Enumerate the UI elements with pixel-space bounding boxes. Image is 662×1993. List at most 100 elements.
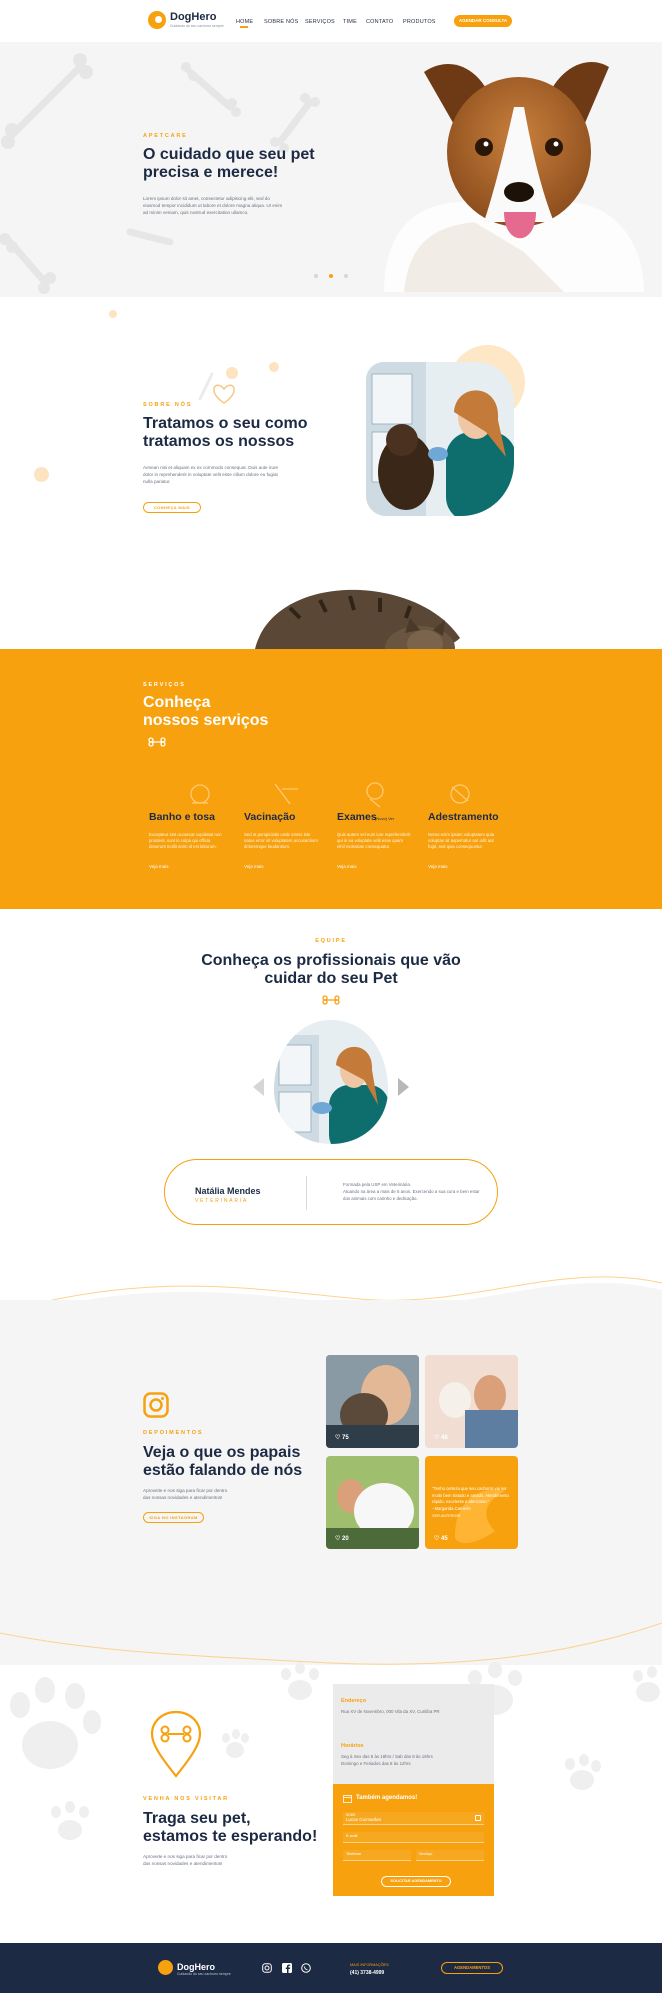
service-badge-exams: (Novo) Ver xyxy=(375,816,395,821)
phone-field[interactable]: Telefone xyxy=(343,1850,411,1861)
address-box: Endereço Rua XV de Novembro, 000 Vila da… xyxy=(333,1684,494,1784)
quote-author: - Margarida Carneiro xyxy=(432,1505,471,1511)
decor-dot xyxy=(109,310,117,318)
carousel-dot-3[interactable] xyxy=(344,274,348,278)
hero-text-line3: ad minim veniam, quis nostrud exercitati… xyxy=(143,210,249,215)
testimonial-photo-2[interactable]: ♡ 48 xyxy=(425,1355,518,1448)
dog-photo xyxy=(384,61,644,292)
decor-dot xyxy=(269,362,279,372)
next-arrow-icon[interactable] xyxy=(398,1078,409,1096)
team-member-role: VETERINÁRIA xyxy=(195,1198,249,1204)
like-count-4: ♡ 45 xyxy=(434,1536,448,1542)
hero-title-line2: precisa e merece! xyxy=(143,164,279,181)
service-title-exams: Exames xyxy=(337,811,377,823)
footer-brand[interactable]: DogHero xyxy=(177,1962,215,1972)
hero-section: APETCARE O cuidado que seu pet precisa e… xyxy=(0,42,662,297)
visit-title-line2: estamos te esperando! xyxy=(143,1828,318,1845)
bone-heart-icon xyxy=(198,372,235,404)
footer-phone[interactable]: (41) 3738-4999 xyxy=(350,1970,384,1976)
brand-name: DogHero xyxy=(170,10,217,23)
service-more-bath[interactable]: Veja mais xyxy=(149,864,169,869)
services-title-line1: Conheça xyxy=(143,694,211,711)
service-desc-training-3: fugit, sed quia consequuntur. xyxy=(428,844,483,849)
team-bio-line3: dos animais com carinho e dedicação. xyxy=(343,1196,418,1201)
testimonials-title-line1: Veja o que os papais xyxy=(143,1444,301,1461)
quote-more-link[interactable]: VER ANTERIOR xyxy=(432,1513,509,1520)
nav-team[interactable]: TIME xyxy=(343,19,357,25)
testimonials-title-line2: estão falando de nós xyxy=(143,1462,303,1479)
paw-pattern-icon xyxy=(10,1662,660,1840)
email-field[interactable]: E-mail xyxy=(343,1832,484,1843)
about-title-line1: Tratamos o seu como xyxy=(143,415,308,432)
logo-mark-icon xyxy=(148,11,166,29)
service-title-training: Adestramento xyxy=(428,811,499,823)
decor-dot xyxy=(34,467,49,482)
whatsapp-icon[interactable] xyxy=(301,1963,311,1973)
location-pin-icon xyxy=(150,1710,202,1778)
footer-tagline: Cuidando do seu cachorro sempre xyxy=(177,1972,231,1976)
service-more-exams[interactable]: Veja mais xyxy=(337,864,357,869)
quote-line1: "Tenho certeza que seu cachorro vai ser xyxy=(432,1486,507,1491)
quote-text: "Tenho certeza que seu cachorro vai ser … xyxy=(432,1486,509,1520)
footer-info-label: MAIS INFORMAÇÕES xyxy=(350,1963,389,1967)
like-count-1: ♡ 75 xyxy=(335,1435,349,1441)
instagram-icon[interactable] xyxy=(143,1392,169,1418)
hero-label: APETCARE xyxy=(143,133,188,139)
instagram-icon[interactable] xyxy=(262,1963,272,1973)
service-title-bath: Banho e tosa xyxy=(149,811,215,823)
service-select[interactable]: Serviço xyxy=(416,1850,484,1861)
address-label: Endereço xyxy=(341,1698,367,1704)
service-title-vaccine: Vacinação xyxy=(244,811,296,823)
logo[interactable]: DogHero Cuidando do seu cachorro sempre xyxy=(148,11,224,29)
about-text-line3: nulla pariatur. xyxy=(143,479,171,484)
team-title-line2: cuidar do seu Pet xyxy=(264,970,398,987)
team-label: EQUIPE xyxy=(315,938,347,944)
site-header: DogHero Cuidando do seu cachorro sempre … xyxy=(0,0,662,42)
field-valid-icon xyxy=(475,1815,481,1821)
bone-icon xyxy=(322,995,340,1005)
hours-label: Horários xyxy=(341,1743,364,1749)
services-title-line2: nossos serviços xyxy=(143,712,269,729)
schedule-button[interactable]: AGENDAR CONSULTA xyxy=(454,15,512,27)
testimonials-label: DEPOIMENTOS xyxy=(143,1430,204,1436)
nav-products[interactable]: PRODUTOS xyxy=(403,19,436,25)
footer-schedule-button[interactable]: AGENDAMENTOS xyxy=(441,1962,503,1974)
visit-text-line2: das nossas novidades e atendimentos! xyxy=(143,1861,223,1866)
carousel-dot-2-active[interactable] xyxy=(329,274,333,278)
testimonials-text-line2: das nossas novidades e atendimentos! xyxy=(143,1495,223,1500)
service-desc-exams-3: nihil molestiae consequatur. xyxy=(337,844,391,849)
brand-tagline: Cuidando do seu cachorro sempre xyxy=(170,23,224,28)
nav-contact[interactable]: CONTATO xyxy=(366,19,393,25)
name-field-value: Lucas Guimarães xyxy=(346,1817,382,1822)
card-divider xyxy=(306,1176,307,1210)
like-count-3: ♡ 20 xyxy=(335,1536,349,1542)
service-more-vaccine[interactable]: Veja mais xyxy=(244,864,264,869)
services-section: SERVIÇOS Conheça nossos serviços Banho e… xyxy=(0,649,662,909)
services-label: SERVIÇOS xyxy=(143,682,186,688)
facebook-icon[interactable] xyxy=(282,1963,292,1973)
visit-label: VENHA NOS VISITAR xyxy=(143,1796,229,1802)
hero-title-line1: O cuidado que seu pet xyxy=(143,146,315,163)
footer-logo-mark-icon xyxy=(158,1960,173,1975)
nav-active-indicator xyxy=(240,26,248,28)
submit-schedule-button[interactable]: SOLICITAR AGENDAMENTO xyxy=(381,1876,451,1887)
follow-instagram-button[interactable]: SIGA NO INSTAGRAM xyxy=(143,1512,204,1523)
bone-icon xyxy=(148,737,166,747)
nav-about[interactable]: SOBRE NÓS xyxy=(264,19,299,25)
calendar-icon xyxy=(343,1795,352,1803)
team-member-card: Natália Mendes VETERINÁRIA Formada pela … xyxy=(164,1159,498,1225)
team-member-name: Natália Mendes xyxy=(195,1186,261,1196)
service-desc-bath-3: deserunt mollit anim id est laborum. xyxy=(149,844,217,849)
learn-more-button[interactable]: CONHEÇA MAIS xyxy=(143,502,201,513)
nav-services[interactable]: SERVIÇOS xyxy=(305,19,335,25)
testimonial-quote-card[interactable]: "Tenho certeza que seu cachorro vai ser … xyxy=(425,1456,518,1549)
carousel-dot-1[interactable] xyxy=(314,274,318,278)
nav-home[interactable]: HOME xyxy=(236,19,253,25)
prev-arrow-icon[interactable] xyxy=(253,1078,264,1096)
testimonial-photo-1[interactable]: ♡ 75 xyxy=(326,1355,419,1448)
name-field[interactable]: NOME Lucas Guimarães xyxy=(343,1812,484,1825)
service-desc-vaccine-3: doloremque laudantium. xyxy=(244,844,291,849)
visit-title-line1: Traga seu pet, xyxy=(143,1810,251,1827)
service-more-training[interactable]: Veja mais xyxy=(428,864,448,869)
testimonial-photo-3[interactable]: ♡ 20 xyxy=(326,1456,419,1549)
